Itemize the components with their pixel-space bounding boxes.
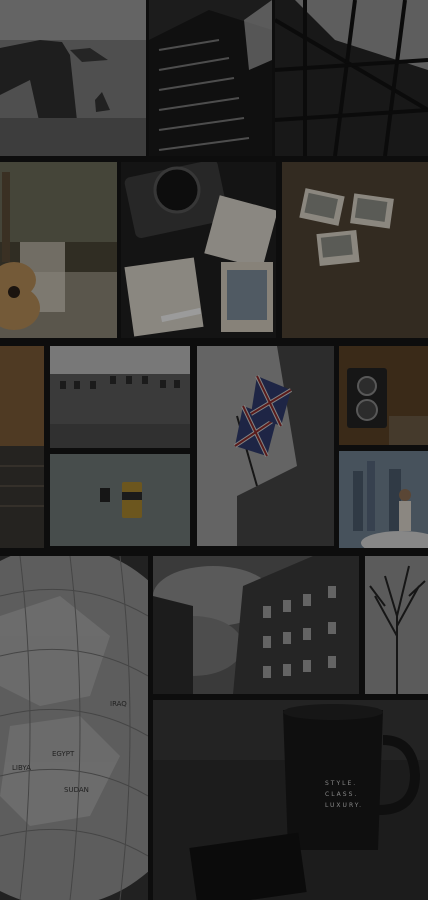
city-people-photo — [339, 451, 428, 548]
globe-photo: EGYPT LIBYA SUDAN IRAQ — [0, 556, 148, 900]
sea-arch-photo — [0, 0, 146, 156]
globe-label-iraq: IRAQ — [110, 700, 127, 708]
bare-tree-photo — [365, 556, 428, 694]
old-street-photo — [50, 346, 190, 448]
ukulele-photo — [0, 162, 117, 338]
flags-photo — [197, 346, 334, 546]
mug-text-style: STYLE. — [325, 780, 358, 787]
vintage-camera-photo — [339, 346, 428, 445]
black-mug-photo: STYLE. CLASS. LUXURY. — [153, 700, 428, 900]
sunset-sea-photo — [0, 346, 44, 548]
globe-label-libya: LIBYA — [12, 764, 31, 772]
mug-print: STYLE. CLASS. LUXURY. — [325, 778, 363, 811]
skyscraper-photo — [149, 0, 272, 156]
film-roll-photo — [50, 454, 190, 546]
glass-roof-photo — [275, 0, 428, 156]
polaroids-photo — [282, 162, 428, 338]
mug-text-class: CLASS. — [325, 791, 359, 798]
globe-label-egypt: EGYPT — [52, 750, 75, 758]
mug-text-luxury: LUXURY. — [325, 802, 364, 809]
globe-label-sudan: SUDAN — [64, 786, 89, 794]
camera-photos-photo — [121, 162, 276, 338]
building-clouds-photo — [153, 556, 359, 694]
